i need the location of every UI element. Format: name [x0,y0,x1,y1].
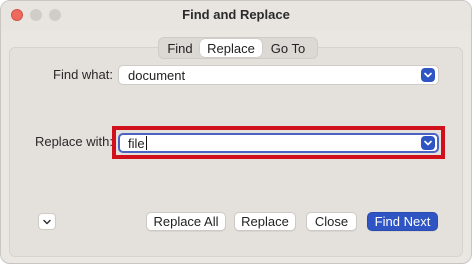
chevron-down-icon[interactable] [421,68,435,82]
close-button[interactable]: Close [306,212,357,231]
find-what-field[interactable]: document [118,65,439,85]
find-what-label: Find what: [53,67,113,82]
replace-with-label: Replace with: [34,134,113,149]
find-replace-window: Find and Replace Find Replace Go To Find… [0,0,472,264]
tab-replace[interactable]: Replace [200,39,262,57]
title-bar: Find and Replace [1,1,471,31]
tab-find[interactable]: Find [160,39,200,57]
tab-go-to[interactable]: Go To [262,39,314,57]
find-next-button[interactable]: Find Next [367,212,438,231]
replace-all-button[interactable]: Replace All [146,212,226,231]
find-what-value[interactable]: document [128,68,185,83]
replace-button[interactable]: Replace [234,212,296,231]
more-options-button[interactable] [38,213,56,230]
chevron-down-icon [43,219,51,224]
tab-bar: Find Replace Go To [158,37,318,59]
highlight-box [112,126,445,159]
window-title: Find and Replace [182,7,290,22]
